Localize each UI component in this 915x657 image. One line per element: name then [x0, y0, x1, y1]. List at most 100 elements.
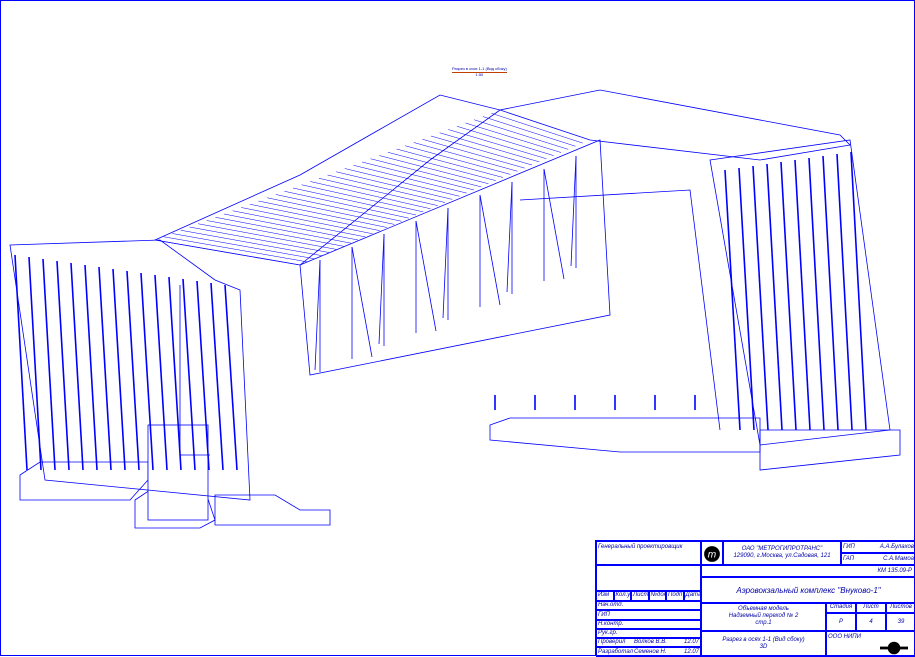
gap-label: ГАП [843, 556, 855, 562]
role-row: Разработал Семенов Н. 12.07 [596, 647, 701, 657]
org-cell: ООО НИПИ [826, 631, 915, 657]
deck-line [413, 142, 518, 172]
deck-line [353, 165, 467, 194]
mullion [738, 167, 755, 431]
role-row: Проверил Волков В.В. 12.07 [596, 638, 701, 648]
deck-line [465, 122, 562, 153]
truss-member [314, 259, 321, 371]
drawing-title-line: Разрез в осях 1-1 (Вид сбоку) [722, 637, 805, 643]
mullion [84, 264, 98, 471]
project-name: Аэровокзальный комплекс "Внуково-1" [736, 586, 881, 595]
person-name: Семенов Н. [634, 648, 667, 655]
company-address: 129090, г.Москва, ул.Садовая, 121 [733, 552, 831, 559]
truss-member [415, 220, 437, 332]
deck-line [405, 145, 511, 175]
org-logo [880, 641, 908, 655]
mullion [28, 256, 42, 471]
truss-member [351, 246, 373, 358]
drawing-title-cell: Разрез в осях 1-1 (Вид сбоку) 3D [701, 631, 826, 657]
mullion [752, 165, 769, 431]
revision-blank-rows [596, 565, 701, 591]
deck-line [439, 132, 540, 163]
role-row: ГИП [596, 610, 701, 620]
mullion [780, 161, 797, 431]
col-header: №док [648, 591, 666, 601]
mullion [766, 163, 783, 431]
col-header: Кол.уч [613, 591, 631, 601]
role-label: ГИП [598, 611, 610, 618]
mullion [112, 268, 126, 471]
mullion [210, 282, 224, 471]
mullion [126, 270, 140, 471]
sheet-title-line: Надземный переход № 2 [728, 612, 799, 619]
col-header: Дата [683, 591, 701, 601]
code-cell: КМ 135.09-Р [701, 565, 915, 577]
deck-line [448, 129, 547, 159]
stage-value: Р [826, 613, 856, 631]
truss-member [442, 207, 449, 319]
truss-member [479, 194, 501, 306]
gap-name: С.А.Мамоа [883, 556, 914, 562]
mullion [140, 272, 154, 471]
mullion [724, 169, 741, 431]
deck-line [336, 171, 453, 200]
svg-text:m: m [708, 549, 716, 560]
role-label: Н.контр. [598, 620, 624, 627]
role-row: Рук.гр. [596, 628, 701, 639]
designer-label: Генеральный проектировщик [598, 544, 683, 550]
drawing-title-line: 3D [759, 643, 768, 650]
sheets-value: 39 [886, 613, 915, 631]
sheet-label: Лист [856, 603, 886, 613]
gip-label: ГИП [843, 544, 855, 550]
mullion [98, 266, 112, 471]
sheet-title-line: стр.1 [755, 619, 772, 626]
document-code: КМ 135.09-Р [877, 568, 912, 574]
roles-list: Нач.отд. ГИП Н.контр. Рук.гр. Проверил Во… [596, 601, 701, 657]
gip-cell: ГИП А.А.Булахов [841, 541, 915, 553]
role-label: Рук.гр. [598, 630, 618, 637]
revision-header: Изм Кол.уч Лист №док Подп Дата [596, 591, 701, 601]
mullion [14, 254, 28, 471]
project-cell: Аэровокзальный комплекс "Внуково-1" [701, 577, 915, 603]
caption-scale: 1:50 [475, 71, 484, 77]
stage-label: Стадия [826, 603, 856, 613]
facade-mullions [14, 151, 867, 471]
deck-line [430, 135, 533, 166]
deck-line [482, 116, 576, 147]
role-label: Нач.отд. [598, 602, 624, 609]
role-label: Разработал [598, 648, 633, 655]
person-name: Волков В.В. [634, 639, 667, 646]
sheet-title-cell: Объемная модель Надземный переход № 2 ст… [701, 603, 826, 631]
org-code: ООО НИПИ [828, 634, 861, 640]
company-logo: m [701, 541, 723, 565]
truss-member [506, 181, 513, 293]
sheets-label: Листов [886, 603, 915, 613]
sheet-title-line: Объемная модель [738, 606, 789, 612]
company-cell: ОАО "МЕТРОГИПРОТРАНС" 129090, г.Москва, у… [723, 541, 841, 565]
truss-diagonals [314, 155, 577, 372]
mullion [850, 151, 867, 431]
company-name: ОАО "МЕТРОГИПРОТРАНС" [741, 546, 823, 552]
col-header: Подп [666, 591, 684, 601]
role-row: Нач.отд. [596, 601, 701, 611]
designer-cell: Генеральный проектировщик [596, 541, 701, 565]
truss-member [543, 168, 565, 280]
mullion [794, 159, 811, 431]
deck-line [456, 126, 554, 156]
mullion [70, 262, 84, 471]
col-header: Лист [631, 591, 649, 601]
col-header: Изм [596, 591, 614, 601]
deck-line [327, 174, 446, 203]
title-block: Генеральный проектировщик m ОАО "МЕТРОГИ… [595, 540, 915, 657]
deck-line [379, 155, 489, 184]
deck-line [422, 139, 525, 169]
mullion [224, 284, 238, 471]
date: 12.07 [683, 639, 699, 646]
deck-line [344, 168, 460, 197]
role-label: Проверил [598, 639, 626, 646]
deck-line [491, 113, 583, 144]
date: 12.07 [683, 648, 699, 655]
gap-cell: ГАП С.А.Мамоа [841, 553, 915, 565]
mullion [822, 155, 839, 431]
mullion [808, 157, 825, 431]
